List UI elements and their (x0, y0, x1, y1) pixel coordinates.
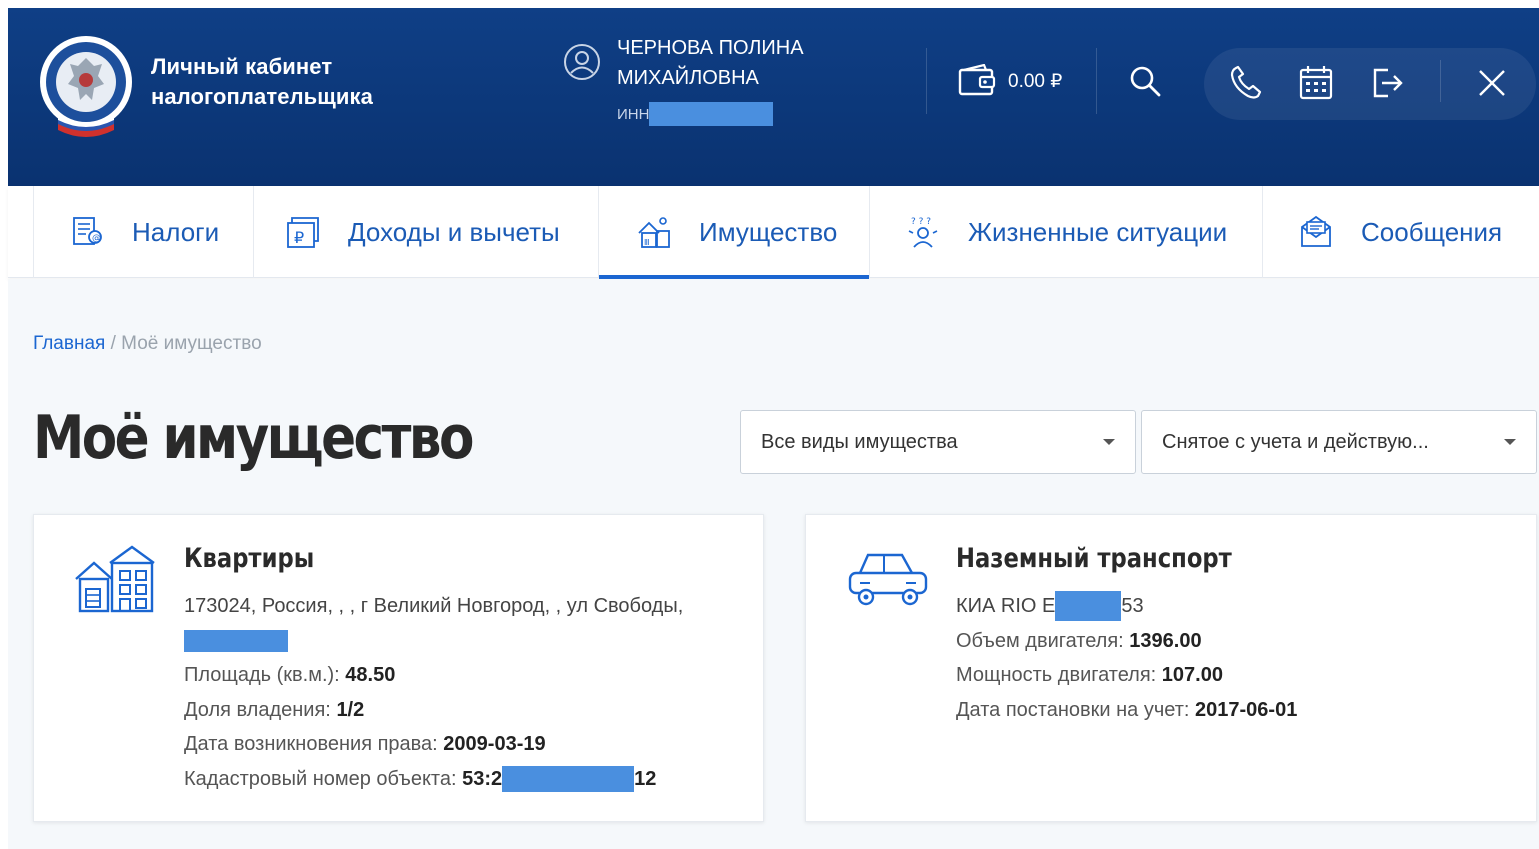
breadcrumb-separator: / (105, 333, 122, 354)
car-icon (848, 553, 928, 606)
right-date-label: Дата возникновения права: (184, 733, 438, 756)
inn-redaction (649, 102, 774, 126)
nav-label: Доходы и вычеты (348, 216, 560, 247)
cadastral-label: Кадастровый номер объекта: (184, 767, 457, 790)
income-icon: ₽ (287, 217, 319, 248)
nav-label: Налоги (132, 216, 220, 247)
right-date-value: 2009-03-19 (443, 733, 546, 756)
header-divider (1440, 60, 1441, 102)
breadcrumb-home-link[interactable]: Главная (33, 333, 105, 354)
svg-text:@: @ (92, 234, 101, 244)
svg-text:₽: ₽ (294, 228, 304, 247)
user-icon[interactable] (562, 42, 602, 82)
main-content: Главная / Моё имущество Моё имущество Вс… (8, 279, 1539, 849)
balance-button[interactable]: 0.00 ₽ (958, 64, 1062, 98)
property-icon: Ⅲ (638, 217, 670, 248)
user-name-line-1: ЧЕРНОВА ПОЛИНА (617, 37, 804, 59)
taxes-icon: @ (73, 217, 102, 245)
engine-power-value: 107.00 (1161, 664, 1223, 687)
chevron-down-icon (1103, 439, 1115, 445)
status-select[interactable]: Снятое с учета и действую... (1141, 410, 1537, 474)
engine-power-line: Мощность двигателя: 107.00 (956, 658, 1297, 693)
address-line: 173024, Россия, , , г Великий Новгород, … (184, 589, 683, 624)
messages-icon (1301, 215, 1331, 247)
property-card-apartments[interactable]: Квартиры 173024, Россия, , , г Великий Н… (33, 514, 764, 822)
header-divider (1096, 48, 1097, 114)
reg-date-label: Дата постановки на учет: (956, 698, 1190, 721)
nav-item-taxes[interactable]: @ Налоги (33, 186, 253, 278)
inn-label: ИНН (617, 105, 650, 123)
nav-label: Сообщения (1361, 216, 1503, 247)
balance-value: 0.00 ₽ (1008, 70, 1063, 92)
property-type-value: Все виды имущества (761, 430, 958, 453)
calendar-icon[interactable] (1298, 64, 1334, 102)
brand-line-1: Личный кабинет (151, 54, 333, 79)
search-icon[interactable] (1128, 64, 1162, 98)
brand-line-2: налогоплательщика (151, 84, 374, 109)
breadcrumb: Главная / Моё имущество (33, 333, 262, 355)
phone-icon[interactable] (1228, 64, 1264, 102)
nav-label: Жизненные ситуации (968, 216, 1228, 247)
vehicle-suffix: 53 (1121, 595, 1144, 618)
right-date-line: Дата возникновения права: 2009-03-19 (184, 727, 683, 762)
apartment-building-icon (75, 545, 155, 613)
area-label: Площадь (кв.м.): (184, 664, 340, 687)
area-value: 48.50 (345, 664, 396, 687)
card-details: 173024, Россия, , , г Великий Новгород, … (184, 589, 683, 796)
address-redacted-line (184, 624, 683, 659)
card-details: КИА RIO Е 53 Объем двигателя: 1396.00 Мощ… (956, 589, 1297, 727)
status-value: Снятое с учета и действую... (1162, 430, 1429, 453)
brand-title[interactable]: Личный кабинет налогоплательщика (151, 52, 373, 112)
main-navigation: @ Налоги ₽ Доходы и вычеты Ⅲ Имущество ?… (8, 186, 1539, 279)
page-title: Моё имущество (33, 403, 474, 473)
cadastral-prefix: 53:2 (462, 767, 503, 790)
logout-icon[interactable] (1370, 64, 1406, 102)
life-situations-icon: ? ? ? (908, 217, 938, 248)
card-title: Наземный транспорт (956, 543, 1232, 574)
share-value: 1/2 (336, 698, 365, 721)
cadastral-suffix: 12 (634, 767, 657, 790)
nav-item-messages[interactable]: Сообщения (1262, 186, 1539, 278)
share-label: Доля владения: (184, 698, 331, 721)
vehicle-plate-redaction (1055, 591, 1122, 622)
card-title: Квартиры (184, 543, 315, 574)
svg-text:Ⅲ: Ⅲ (644, 238, 650, 247)
property-type-select[interactable]: Все виды имущества (740, 410, 1136, 474)
share-line: Доля владения: 1/2 (184, 693, 683, 728)
cadastral-line: Кадастровый номер объекта: 53:2 12 (184, 762, 683, 797)
top-header: Личный кабинет налогоплательщика ЧЕРНОВА… (8, 8, 1539, 186)
property-card-transport[interactable]: Наземный транспорт КИА RIO Е 53 Объем дви… (805, 514, 1537, 822)
cadastral-redaction (502, 765, 635, 792)
chevron-down-icon (1504, 439, 1516, 445)
engine-power-label: Мощность двигателя: (956, 664, 1157, 687)
vehicle-prefix: КИА RIO Е (956, 595, 1056, 618)
nav-item-life-situations[interactable]: ? ? ? Жизненные ситуации (869, 186, 1262, 278)
engine-volume-label: Объем двигателя: (956, 629, 1124, 652)
address-text: 173024, Россия, , , г Великий Новгород, … (184, 595, 684, 618)
engine-volume-line: Объем двигателя: 1396.00 (956, 624, 1297, 659)
breadcrumb-current: Моё имущество (121, 333, 262, 354)
user-full-name[interactable]: ЧЕРНОВА ПОЛИНА МИХАЙЛОВНА (617, 33, 804, 93)
area-line: Площадь (кв.м.): 48.50 (184, 658, 683, 693)
fns-emblem-icon[interactable] (38, 34, 134, 138)
header-divider (926, 48, 927, 114)
svg-text:? ? ?: ? ? ? (911, 217, 931, 227)
address-redaction (184, 629, 288, 652)
engine-volume-value: 1396.00 (1129, 629, 1202, 652)
vehicle-line: КИА RIO Е 53 (956, 589, 1297, 624)
inn-row: ИНН (617, 102, 774, 126)
wallet-icon (958, 64, 996, 96)
reg-date-value: 2017-06-01 (1195, 698, 1298, 721)
close-icon[interactable] (1474, 64, 1510, 102)
reg-date-line: Дата постановки на учет: 2017-06-01 (956, 693, 1297, 728)
nav-item-income[interactable]: ₽ Доходы и вычеты (253, 186, 598, 278)
user-name-line-2: МИХАЙЛОВНА (617, 67, 759, 89)
nav-item-property[interactable]: Ⅲ Имущество (598, 186, 869, 279)
nav-label: Имущество (699, 216, 838, 247)
